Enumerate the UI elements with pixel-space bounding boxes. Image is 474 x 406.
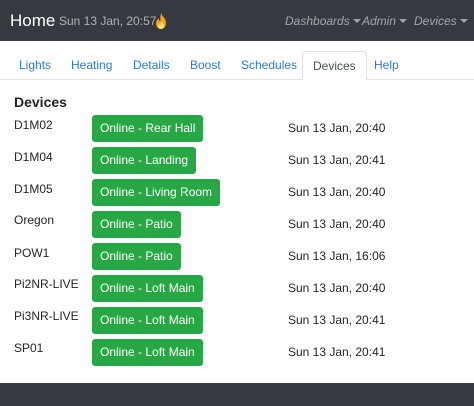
menu-dashboards-label: Dashboards [285, 14, 350, 28]
footer-bar [0, 383, 474, 406]
menu-admin-label: Admin [362, 14, 397, 28]
tab-boost[interactable]: Boost [190, 51, 221, 80]
device-status-button[interactable]: Online - Living Room [92, 179, 221, 206]
tab-help[interactable]: Help [374, 51, 399, 80]
device-status-button[interactable]: Online - Rear Hall [92, 115, 204, 142]
device-name: D1M05 [14, 182, 53, 196]
device-row: SP01 Online - Loft Main Sun 13 Jan, 20:4… [0, 339, 474, 367]
device-name: D1M04 [14, 150, 53, 164]
device-row: POW1 Online - Patio Sun 13 Jan, 16:06 [0, 243, 474, 271]
device-status-button[interactable]: Online - Landing [92, 147, 197, 174]
device-name: SP01 [14, 341, 44, 355]
device-name: Pi3NR-LIVE [14, 309, 79, 323]
device-status-button[interactable]: Online - Loft Main [92, 275, 203, 302]
device-status-button[interactable]: Online - Patio [92, 243, 181, 270]
device-name: D1M02 [14, 118, 53, 132]
caret-down-icon [399, 19, 408, 23]
device-row: D1M04 Online - Landing Sun 13 Jan, 20:41 [0, 147, 474, 175]
device-row: D1M02 Online - Rear Hall Sun 13 Jan, 20:… [0, 115, 474, 143]
device-name: Pi2NR-LIVE [14, 277, 79, 291]
section-title: Devices [14, 94, 67, 110]
tab-lights[interactable]: Lights [19, 51, 51, 80]
device-last-seen: Sun 13 Jan, 20:41 [288, 313, 386, 327]
caret-down-icon [459, 19, 468, 23]
device-last-seen: Sun 13 Jan, 20:41 [288, 153, 386, 167]
device-last-seen: Sun 13 Jan, 20:40 [288, 217, 386, 231]
tab-devices[interactable]: Devices [302, 51, 367, 81]
device-name: Oregon [14, 213, 55, 227]
device-status-button[interactable]: Online - Loft Main [92, 307, 203, 334]
device-name: POW1 [14, 246, 50, 260]
tab-schedules[interactable]: Schedules [241, 51, 297, 80]
device-last-seen: Sun 13 Jan, 20:40 [288, 185, 386, 199]
device-status-button[interactable]: Online - Loft Main [92, 339, 203, 366]
tab-heating[interactable]: Heating [71, 51, 112, 80]
caret-down-icon [352, 19, 361, 23]
device-row: D1M05 Online - Living Room Sun 13 Jan, 2… [0, 179, 474, 207]
menu-devices-label: Devices [414, 14, 457, 28]
tab-details[interactable]: Details [133, 51, 170, 80]
menu-devices[interactable]: Devices [414, 13, 468, 29]
menu-dashboards[interactable]: Dashboards [285, 13, 361, 29]
device-row: Oregon Online - Patio Sun 13 Jan, 20:40 [0, 211, 474, 239]
device-last-seen: Sun 13 Jan, 20:41 [288, 345, 386, 359]
menu-admin[interactable]: Admin [362, 13, 408, 29]
device-last-seen: Sun 13 Jan, 16:06 [288, 249, 386, 263]
device-status-button[interactable]: Online - Patio [92, 211, 181, 238]
tab-bar: Lights Heating Details Boost Schedules D… [0, 51, 474, 81]
top-navbar: Home Sun 13 Jan, 20:57 Dashboards Admin … [0, 0, 474, 41]
device-last-seen: Sun 13 Jan, 20:40 [288, 281, 386, 295]
device-row: Pi2NR-LIVE Online - Loft Main Sun 13 Jan… [0, 275, 474, 303]
device-row: Pi3NR-LIVE Online - Loft Main Sun 13 Jan… [0, 307, 474, 335]
device-last-seen: Sun 13 Jan, 20:40 [288, 121, 386, 135]
